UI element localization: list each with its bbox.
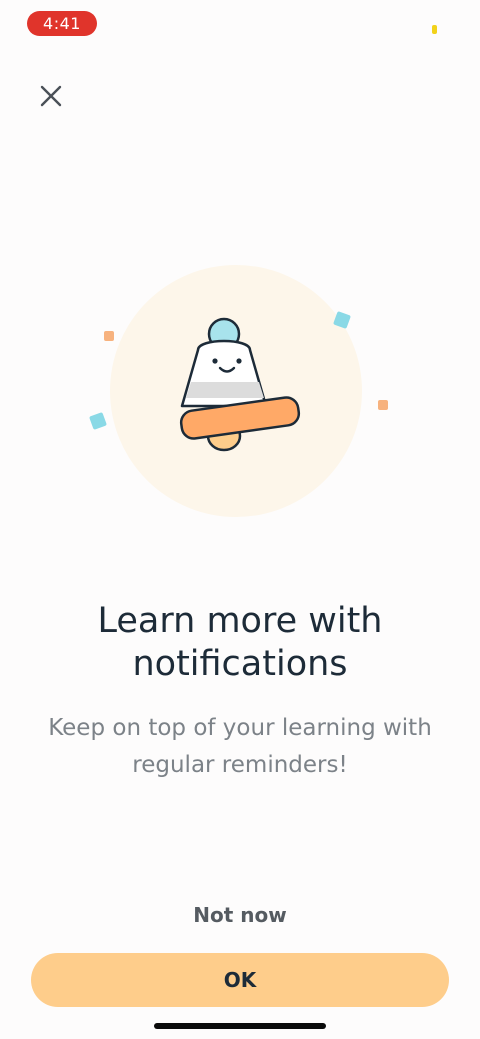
ok-button[interactable]: OK — [31, 953, 449, 1007]
confetti-square — [89, 412, 107, 430]
confetti-square — [378, 400, 388, 410]
status-indicator-dot — [432, 25, 437, 34]
notification-permission-screen: 4:41 Learn more with notifications Keep … — [0, 0, 480, 1039]
page-subtitle: Keep on top of your learning with regula… — [48, 715, 432, 778]
not-now-button[interactable]: Not now — [140, 898, 340, 932]
confetti-square — [104, 331, 114, 341]
close-button[interactable] — [33, 78, 69, 114]
home-indicator[interactable] — [154, 1023, 326, 1029]
page-title: Learn more with notifications — [97, 601, 383, 684]
status-time: 4:41 — [43, 14, 81, 33]
status-time-pill: 4:41 — [27, 11, 97, 36]
close-icon — [40, 85, 62, 107]
bell-illustration — [89, 265, 388, 517]
